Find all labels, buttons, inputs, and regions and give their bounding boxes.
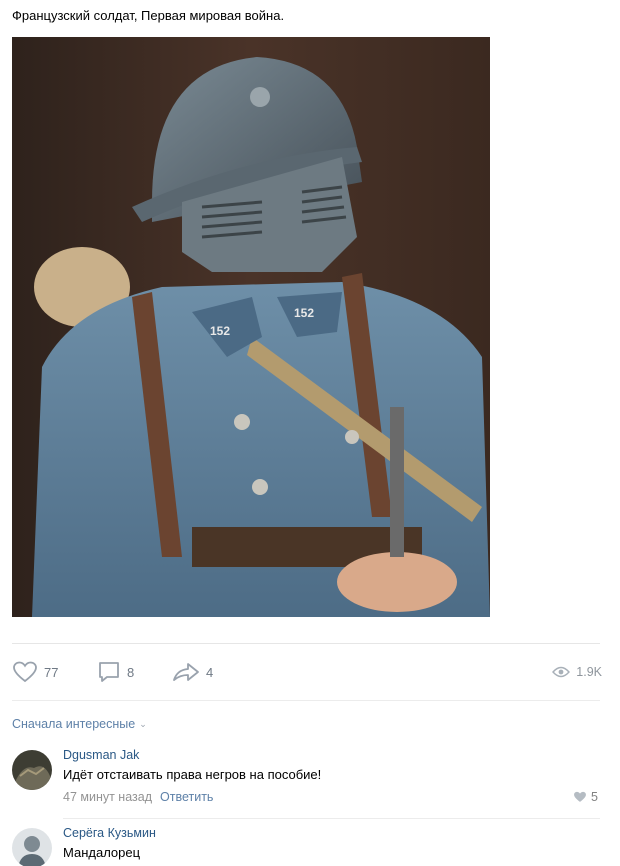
divider [12, 643, 600, 644]
comment-item: Dgusman Jak Идёт отстаивать права негров… [12, 748, 602, 814]
share-button[interactable]: 4 [172, 658, 213, 686]
divider [12, 700, 600, 701]
comment-count: 8 [127, 664, 135, 680]
like-button[interactable]: 77 [12, 658, 58, 686]
avatar[interactable] [12, 828, 52, 866]
comment-like-count: 5 [591, 790, 598, 804]
post-actions-bar: 77 8 4 1.9K [12, 658, 602, 686]
heart-icon [574, 791, 586, 802]
comment-like-button[interactable]: 5 [573, 790, 598, 804]
comments-sort-dropdown[interactable]: Сначала интересные ⌄ [12, 717, 147, 731]
comment-button[interactable]: 8 [97, 658, 134, 686]
reply-button[interactable]: Ответить [160, 790, 213, 804]
post-text: Французский солдат, Первая мировая война… [12, 8, 285, 23]
views-count: 1.9K [576, 665, 602, 679]
comment-text: Мандалорец [63, 845, 141, 860]
share-count: 4 [206, 664, 214, 680]
share-icon [173, 663, 199, 681]
like-count: 77 [44, 664, 59, 680]
comment-author[interactable]: Серёга Кузьмин [63, 826, 156, 840]
post-photo[interactable]: 152 152 [12, 37, 490, 617]
avatar[interactable] [12, 750, 52, 790]
chevron-down-icon: ⌄ [139, 718, 147, 729]
svg-text:152: 152 [210, 324, 230, 338]
comment-icon [99, 662, 119, 682]
views-counter: 1.9K [552, 658, 602, 686]
comment-time[interactable]: 47 минут назад [63, 790, 152, 804]
svg-text:152: 152 [294, 306, 314, 320]
comment-author[interactable]: Dgusman Jak [63, 748, 139, 762]
heart-icon [13, 661, 37, 683]
eye-icon [552, 666, 571, 678]
divider [63, 818, 600, 819]
sort-label: Сначала интересные [12, 717, 136, 731]
comment-text: Идёт отстаивать права негров на пособие! [63, 767, 322, 782]
comment-item: Серёга Кузьмин Мандалорец [12, 826, 602, 866]
